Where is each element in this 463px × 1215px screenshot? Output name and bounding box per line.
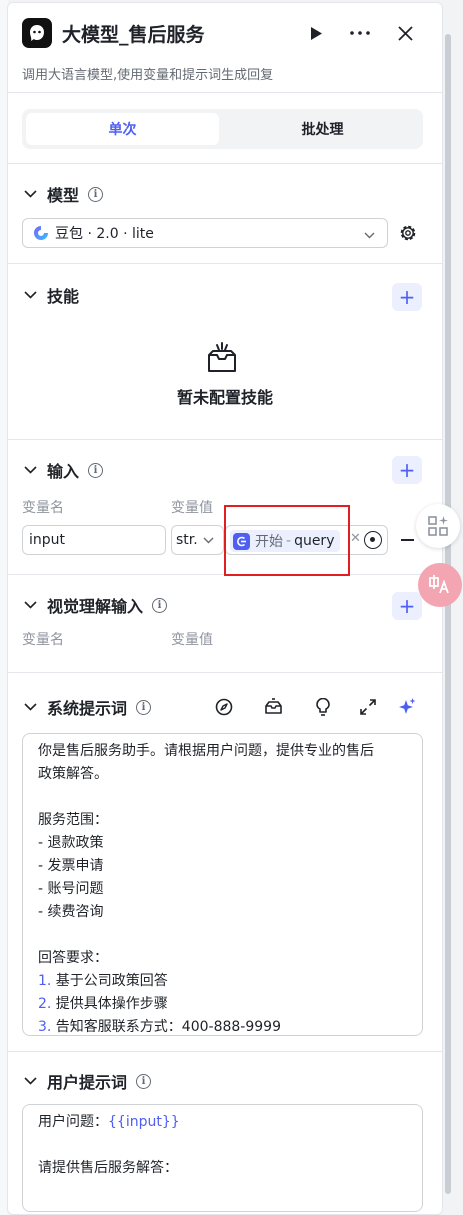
col-label-var-name: 变量名: [22, 632, 64, 648]
divider: [8, 1051, 442, 1052]
remove-row-minus-icon[interactable]: [401, 539, 414, 541]
translate-icon[interactable]: [418, 563, 462, 607]
doubao-logo-icon: [34, 226, 48, 240]
chevron-down-icon: [203, 537, 214, 543]
scrollbar[interactable]: [444, 4, 452, 1215]
chevron-down-icon[interactable]: [22, 462, 38, 478]
llm-node-panel: 大模型_售后服务 调用大语言模型,使用变量和提示词生成回复 单次 批处理 模型 …: [7, 2, 443, 1215]
prompt-line: - 发票申请: [38, 858, 104, 874]
ai-sparkle-icon[interactable]: [397, 697, 417, 717]
var-type-select[interactable]: str.: [171, 525, 224, 555]
divider: [8, 574, 442, 575]
var-type-value: str.: [176, 532, 198, 548]
compass-icon[interactable]: [214, 697, 234, 717]
chevron-down-icon: [364, 227, 375, 243]
pick-reference-target-icon[interactable]: [364, 531, 382, 549]
prompt-line: 政策解答。: [38, 766, 108, 782]
divider: [8, 263, 442, 264]
lightbulb-icon[interactable]: [313, 697, 333, 717]
chevron-down-icon[interactable]: [22, 1073, 38, 1089]
clear-reference-icon[interactable]: ✕: [350, 531, 361, 546]
tab-single[interactable]: 单次: [26, 113, 219, 145]
empty-box-icon: [204, 341, 240, 375]
skills-empty-text: 暂未配置技能: [176, 388, 273, 407]
close-icon[interactable]: [392, 20, 418, 46]
prompt-line: 2. 提供具体操作步骤: [38, 996, 168, 1012]
add-vision-input-button[interactable]: +: [392, 592, 422, 620]
prompt-line: 请提供售后服务解答：: [38, 1160, 178, 1176]
var-name-value: input: [29, 532, 66, 548]
reference-var-name: query: [294, 533, 335, 549]
prompt-line: - 账号问题: [38, 881, 104, 897]
reference-chip[interactable]: 开始 - query: [230, 530, 341, 552]
info-icon[interactable]: i: [136, 1073, 152, 1089]
info-icon[interactable]: i: [88, 462, 104, 478]
variable-reference: {{input}}: [108, 1114, 180, 1130]
prompt-line: [38, 1134, 407, 1157]
prompt-line: 用户问题：{{input}}: [38, 1114, 180, 1130]
divider: [8, 439, 442, 440]
start-node-icon: [233, 532, 250, 550]
run-mode-tabs: 单次 批处理: [22, 109, 423, 149]
node-description: 调用大语言模型,使用变量和提示词生成回复: [22, 68, 274, 83]
add-skill-button[interactable]: +: [392, 283, 422, 311]
info-icon[interactable]: i: [152, 597, 168, 613]
user-prompt-header: 用户提示词 i: [22, 1069, 152, 1093]
var-name-input[interactable]: input: [22, 525, 166, 555]
col-label-var-name: 变量名: [22, 500, 64, 516]
prompt-line: - 退款政策: [38, 835, 104, 851]
model-select[interactable]: 豆包 · 2.0 · lite: [22, 218, 388, 248]
model-select-value: 豆包 · 2.0 · lite: [55, 226, 154, 242]
more-icon[interactable]: [347, 20, 373, 46]
skills-section-title: 技能: [47, 287, 80, 306]
apps-grid-icon[interactable]: [416, 504, 460, 548]
divider: [8, 163, 442, 164]
system-prompt-title: 系统提示词: [47, 699, 128, 718]
col-label-var-value: 变量值: [171, 632, 213, 648]
system-prompt-header: 系统提示词 i: [22, 695, 152, 719]
info-icon[interactable]: i: [136, 699, 152, 715]
run-icon[interactable]: [303, 20, 329, 46]
chevron-down-icon[interactable]: [22, 699, 38, 715]
chevron-down-icon[interactable]: [22, 186, 38, 202]
chevron-down-icon[interactable]: [22, 597, 38, 613]
prompt-line: 回答要求：: [38, 950, 108, 966]
prompt-library-icon[interactable]: [263, 697, 283, 717]
node-logo-icon: [22, 18, 52, 48]
skills-section-header: 技能: [22, 283, 79, 307]
input-section-header: 输入 i: [22, 458, 104, 482]
vision-section-header: 视觉理解输入 i: [22, 593, 168, 617]
chevron-down-icon[interactable]: [22, 287, 38, 303]
node-title[interactable]: 大模型_售后服务: [62, 20, 205, 47]
system-prompt-editor[interactable]: 你是售后服务助手。请根据用户问题，提供专业的售后 政策解答。 服务范围： - 退…: [22, 733, 423, 1036]
scrollbar-thumb[interactable]: [445, 34, 451, 1194]
model-section-header: 模型 i: [22, 182, 104, 206]
prompt-line: 1. 基于公司政策回答: [38, 973, 168, 989]
reference-separator: -: [286, 533, 292, 549]
add-input-button[interactable]: +: [392, 456, 422, 484]
user-prompt-editor[interactable]: 用户问题：{{input}} 请提供售后服务解答：: [22, 1104, 423, 1212]
prompt-line: [38, 924, 407, 947]
prompt-line: 3. 告知客服联系方式：400-888-9999: [38, 1019, 281, 1035]
reference-node-name: 开始: [255, 534, 283, 550]
model-section-title: 模型: [47, 186, 80, 205]
divider: [8, 672, 442, 673]
model-settings-gear-icon[interactable]: [398, 223, 418, 243]
panel-header: 大模型_售后服务 调用大语言模型,使用变量和提示词生成回复: [8, 3, 442, 93]
prompt-line: 服务范围：: [38, 812, 108, 828]
expand-icon[interactable]: [358, 697, 378, 717]
input-section-title: 输入: [47, 462, 80, 481]
col-label-var-value: 变量值: [171, 500, 213, 516]
info-icon[interactable]: i: [88, 186, 104, 202]
prompt-line: [38, 786, 407, 809]
tab-batch[interactable]: 批处理: [226, 113, 419, 145]
user-prompt-title: 用户提示词: [47, 1073, 128, 1092]
prompt-line: 你是售后服务助手。请根据用户问题，提供专业的售后: [38, 743, 374, 759]
vision-section-title: 视觉理解输入: [47, 597, 144, 616]
prompt-line: - 续费咨询: [38, 904, 104, 920]
